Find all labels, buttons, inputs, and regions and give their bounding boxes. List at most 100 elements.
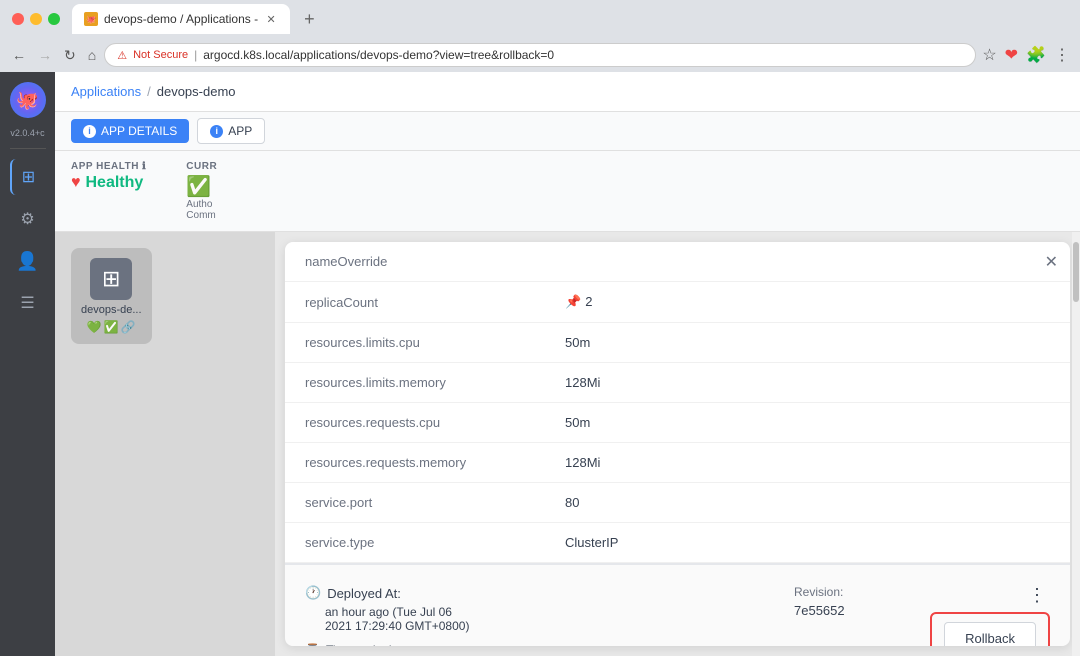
- app-details-button[interactable]: i APP DETAILS: [71, 119, 189, 143]
- table-row: service.port 80: [285, 483, 1070, 523]
- badge-link: 🔗: [121, 320, 136, 334]
- param-value: ClusterIP: [545, 523, 1070, 563]
- tab-favicon: 🐙: [84, 12, 98, 26]
- app-health-value: ♥ Healthy: [71, 174, 146, 192]
- breadcrumb-current: devops-demo: [157, 84, 236, 99]
- scrollbar-thumb[interactable]: [1073, 242, 1079, 302]
- revision-label: Revision:: [794, 585, 874, 599]
- app-layout: 🐙 v2.0.4+c ⊞ ⚙ 👤 ☰ Applications / devops…: [0, 72, 1080, 656]
- top-nav: Applications / devops-demo: [55, 72, 1080, 112]
- table-row: nameOverride: [285, 242, 1070, 282]
- table-row: resources.requests.cpu 50m: [285, 403, 1070, 443]
- reload-button[interactable]: ↻: [60, 43, 80, 68]
- param-key: service.type: [285, 523, 545, 563]
- content-area: ⊞ devops-de... 💚 ✅ 🔗 ✕: [55, 232, 1080, 656]
- badge-sync: ✅: [104, 320, 119, 334]
- extension-icon[interactable]: 🧩: [1024, 43, 1048, 67]
- scrollbar-track: [1072, 232, 1080, 656]
- action-bar: i APP DETAILS i APP: [55, 112, 1080, 151]
- sidebar-logo: 🐙: [8, 80, 48, 120]
- app-details-label: APP DETAILS: [101, 124, 177, 138]
- time-to-deploy-label-row: ⏳ Time to deploy:: [305, 643, 758, 646]
- current-sync-icon: ✅: [186, 174, 217, 199]
- url-text: argocd.k8s.local/applications/devops-dem…: [203, 48, 554, 62]
- app-health-text: APP HEALTH: [71, 161, 139, 172]
- back-button[interactable]: ←: [8, 43, 30, 67]
- security-warning-icon: ⚠: [117, 49, 127, 62]
- history-section: 🕐 Deployed At: an hour ago (Tue Jul 06 2…: [285, 563, 1070, 646]
- param-key: resources.requests.memory: [285, 443, 545, 483]
- rollback-button[interactable]: Rollback: [944, 622, 1036, 646]
- param-value: 128Mi: [545, 363, 1070, 403]
- deployed-at-relative: an hour ago (Tue Jul 06: [325, 605, 758, 619]
- revision-value: 7e55652: [794, 603, 874, 618]
- forward-button[interactable]: →: [34, 43, 56, 67]
- status-section: APP HEALTH ℹ ♥ Healthy CURR ✅ Autho Comm: [55, 151, 1080, 232]
- address-input[interactable]: ⚠ Not Secure | argocd.k8s.local/applicat…: [104, 43, 976, 67]
- app-node[interactable]: ⊞ devops-de... 💚 ✅ 🔗: [71, 248, 152, 344]
- sidebar-item-user[interactable]: 👤: [10, 243, 46, 279]
- maximize-control[interactable]: [48, 13, 60, 25]
- node-label: devops-de...: [81, 304, 142, 316]
- app-button[interactable]: i APP: [197, 118, 265, 144]
- param-key: service.port: [285, 483, 545, 523]
- param-value: 📌2: [545, 282, 1070, 323]
- version-label: v2.0.4+c: [10, 128, 44, 138]
- rollback-area: ⋮ Rollback: [910, 585, 1050, 646]
- history-entry: 🕐 Deployed At: an hour ago (Tue Jul 06 2…: [305, 585, 1050, 646]
- sidebar: 🐙 v2.0.4+c ⊞ ⚙ 👤 ☰: [0, 72, 55, 656]
- rollback-button-container: Rollback: [930, 612, 1050, 646]
- param-key: resources.limits.cpu: [285, 323, 545, 363]
- param-key: resources.requests.cpu: [285, 403, 545, 443]
- revision-info: Revision: 7e55652: [774, 585, 894, 618]
- table-row: service.type ClusterIP: [285, 523, 1070, 563]
- param-key: resources.limits.memory: [285, 363, 545, 403]
- tab-active[interactable]: 🐙 devops-demo / Applications - ✕: [72, 4, 290, 34]
- vivaldi-icon[interactable]: ❤: [1003, 43, 1020, 67]
- deployed-at-label: Deployed At:: [327, 586, 401, 601]
- minimize-control[interactable]: [30, 13, 42, 25]
- time-to-deploy-row: ⏳ Time to deploy: 00:01 min: [305, 643, 758, 646]
- deployed-at-datetime: 2021 17:29:40 GMT+0800): [325, 619, 758, 633]
- info-circle-icon: ℹ: [142, 161, 146, 172]
- panel: ✕ nameOverride replicaCount 📌2: [285, 242, 1070, 646]
- current-sync-group: CURR ✅ Autho Comm: [186, 161, 217, 221]
- deploy-info: 🕐 Deployed At: an hour ago (Tue Jul 06 2…: [305, 585, 758, 646]
- address-bar: ← → ↻ ⌂ ⚠ Not Secure | argocd.k8s.local/…: [0, 38, 1080, 72]
- url-separator: |: [194, 48, 197, 62]
- sidebar-item-docs[interactable]: ☰: [10, 285, 46, 321]
- breadcrumb-separator: /: [147, 84, 151, 99]
- close-control[interactable]: [12, 13, 24, 25]
- heart-icon: ♥: [71, 174, 81, 192]
- breadcrumb-applications[interactable]: Applications: [71, 84, 141, 99]
- tab-close-icon[interactable]: ✕: [264, 12, 278, 26]
- star-icon[interactable]: ☆: [980, 43, 998, 67]
- hourglass-icon: ⏳: [305, 643, 320, 646]
- param-key: replicaCount: [285, 282, 545, 323]
- window-controls: [8, 13, 64, 25]
- param-value: 50m: [545, 403, 1070, 443]
- home-button[interactable]: ⌂: [84, 43, 100, 67]
- logo-image: 🐙: [10, 82, 46, 118]
- node-badges: 💚 ✅ 🔗: [87, 320, 136, 334]
- main-content: Applications / devops-demo i APP DETAILS…: [55, 72, 1080, 656]
- panel-close-button[interactable]: ✕: [1045, 252, 1058, 272]
- param-value: 80: [545, 483, 1070, 523]
- table-row: resources.limits.cpu 50m: [285, 323, 1070, 363]
- info-icon: i: [83, 125, 96, 138]
- current-sync-label: CURR: [186, 161, 217, 172]
- health-value-text: Healthy: [86, 174, 144, 192]
- sidebar-item-settings[interactable]: ⚙: [10, 201, 46, 237]
- not-secure-label: Not Secure: [133, 49, 188, 61]
- clock-icon: 🕐: [305, 585, 321, 601]
- current-sync-sub1: Autho: [186, 199, 217, 210]
- app-node-panel: ⊞ devops-de... 💚 ✅ 🔗: [55, 232, 275, 656]
- sidebar-item-applications[interactable]: ⊞: [10, 159, 46, 195]
- table-row: resources.requests.memory 128Mi: [285, 443, 1070, 483]
- menu-icon[interactable]: ⋮: [1052, 43, 1072, 67]
- three-dots-button[interactable]: ⋮: [910, 585, 1050, 606]
- new-tab-button[interactable]: +: [298, 7, 321, 32]
- table-row: replicaCount 📌2: [285, 282, 1070, 323]
- app-label: APP: [228, 124, 252, 138]
- tab-label: devops-demo / Applications -: [104, 12, 258, 26]
